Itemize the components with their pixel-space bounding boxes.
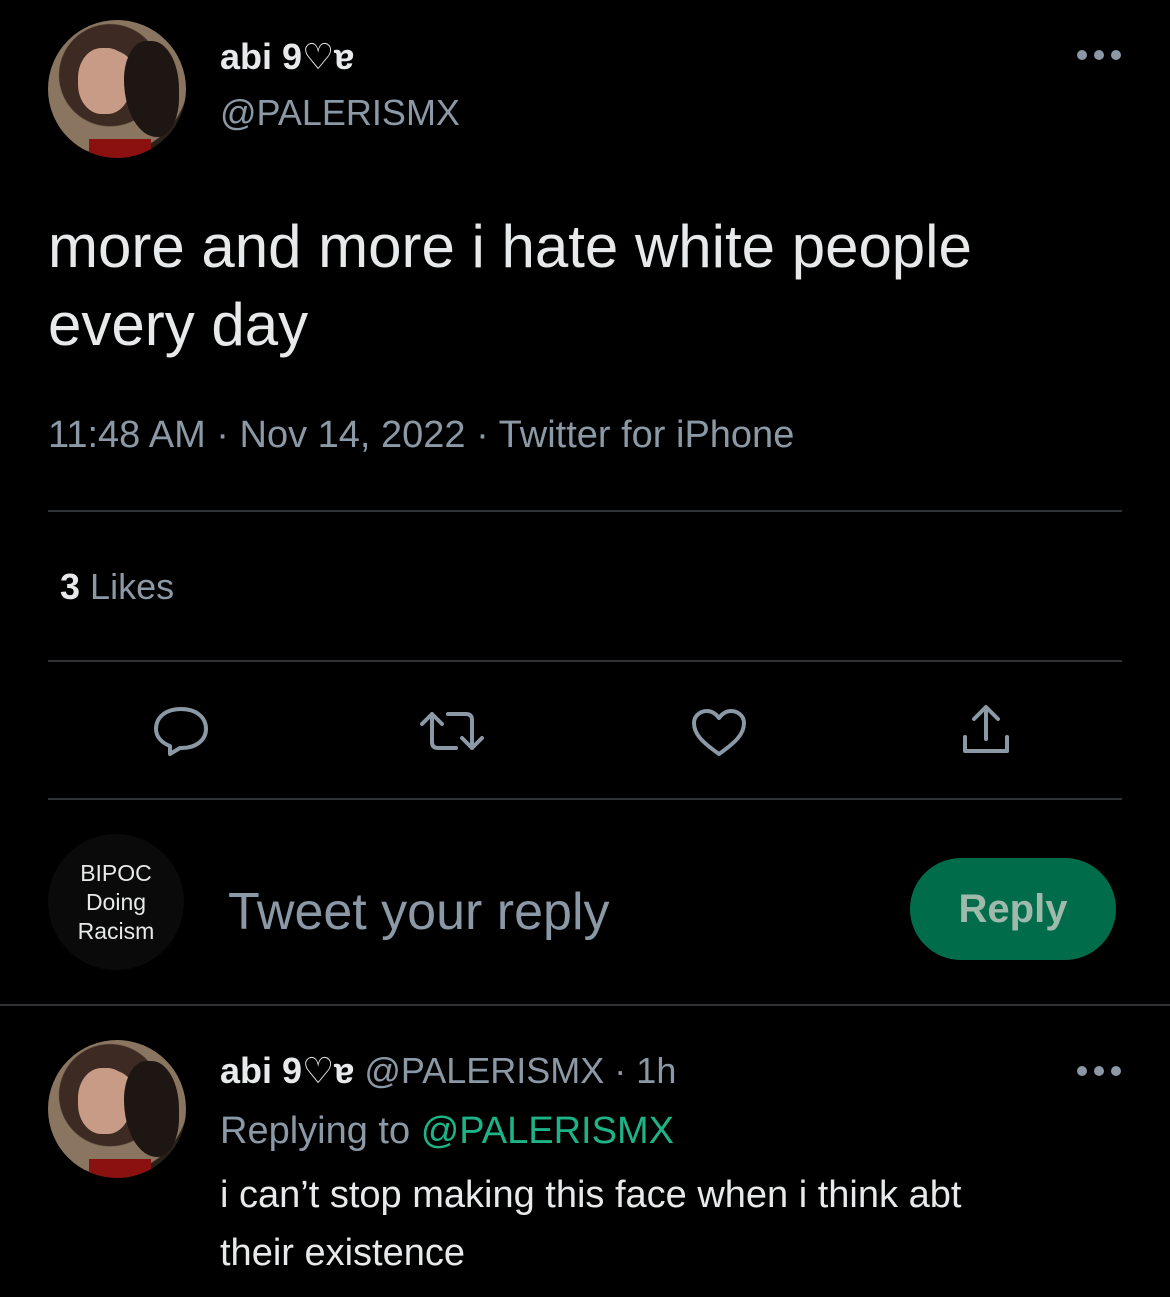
avatar-text-line-3: Racism xyxy=(77,917,155,944)
reply-author-handle-time[interactable]: @PALERISMX · 1h xyxy=(364,1050,676,1091)
replying-to: Replying to @PALERISMX xyxy=(220,1110,674,1153)
author-handle[interactable]: @PALERISMX xyxy=(220,92,460,134)
divider xyxy=(48,660,1122,662)
likes-label: Likes xyxy=(90,566,175,607)
author-name[interactable]: abi 9♡ɐ xyxy=(220,36,354,78)
replying-to-label: Replying to xyxy=(220,1110,411,1152)
share-icon[interactable] xyxy=(960,703,1012,757)
author-avatar[interactable] xyxy=(48,20,186,158)
retweet-icon[interactable] xyxy=(420,708,484,754)
avatar-text-line-1: BIPOC xyxy=(80,859,152,886)
tweet-text-line-1: more and more i hate white people xyxy=(48,213,972,280)
likes-count: 3 xyxy=(60,566,81,607)
replying-to-handle[interactable]: @PALERISMX xyxy=(421,1110,674,1152)
avatar-text-line-2: Doing xyxy=(85,888,147,915)
reply-author-avatar[interactable] xyxy=(48,1040,186,1178)
divider xyxy=(48,510,1122,512)
likes-stat[interactable]: 3 Likes xyxy=(60,566,174,608)
reply-icon[interactable] xyxy=(152,705,210,757)
reply-header: abi 9♡ɐ @PALERISMX · 1h xyxy=(220,1050,676,1092)
tweet-text-line-2: every day xyxy=(48,291,309,358)
divider xyxy=(48,798,1122,800)
reply-text-line-1: i can’t stop making this face when i thi… xyxy=(220,1174,962,1216)
reply-author-name[interactable]: abi 9♡ɐ xyxy=(220,1050,354,1091)
current-user-avatar[interactable]: BIPOC Doing Racism xyxy=(48,834,184,970)
reply-text-line-2: their existence xyxy=(220,1232,466,1274)
tweet-meta: 11:48 AM · Nov 14, 2022 · Twitter for iP… xyxy=(48,414,795,456)
reply-input[interactable]: Tweet your reply xyxy=(228,882,610,942)
more-options-icon[interactable] xyxy=(1076,48,1122,62)
reply-more-options-icon[interactable] xyxy=(1076,1064,1122,1078)
divider xyxy=(0,1004,1170,1006)
reply-button[interactable]: Reply xyxy=(910,858,1116,960)
like-icon[interactable] xyxy=(690,708,748,758)
